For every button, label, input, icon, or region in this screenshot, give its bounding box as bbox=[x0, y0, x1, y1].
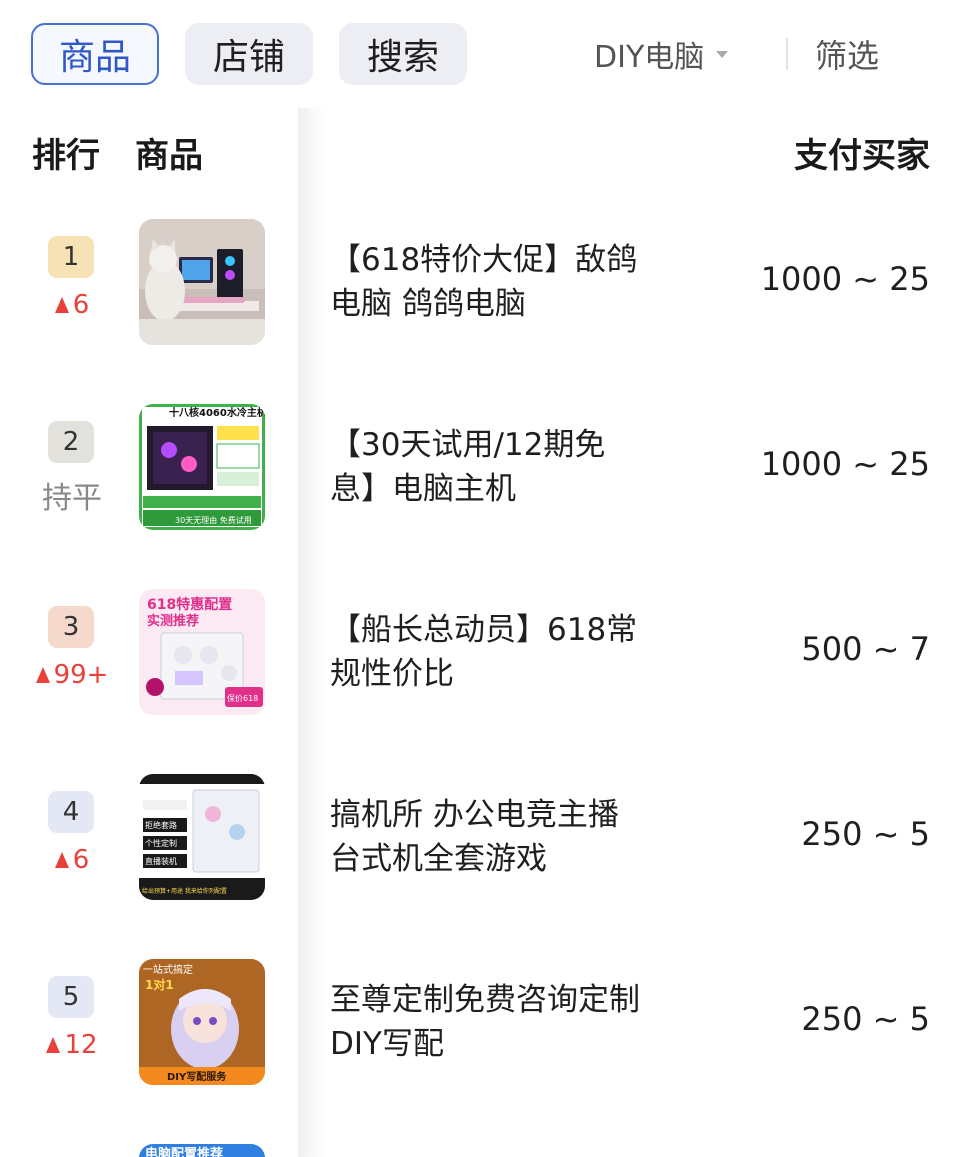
rank-change: 6 bbox=[30, 290, 114, 320]
divider bbox=[786, 38, 788, 70]
header-rank: 排行 bbox=[32, 136, 100, 176]
tab-products[interactable]: 商品 bbox=[31, 23, 159, 85]
caret-down-icon bbox=[716, 50, 729, 58]
table-row[interactable]: 3 99+ 618特惠配置 实测推荐 保价618 【船长总动员】618常规性价比… bbox=[0, 560, 954, 745]
rank-badge: 1 bbox=[48, 236, 94, 278]
thumb-tagline: DIY写配服务 bbox=[167, 1070, 227, 1083]
product-title[interactable]: 【船长总动员】618常规性价比 bbox=[330, 608, 640, 696]
product-thumbnail[interactable]: 拒绝套路 个性定制 直播装机 给出预算+用途 我来给你列配置 bbox=[139, 774, 265, 900]
buyers-range: 250 ~ 5 bbox=[801, 1000, 930, 1038]
thumb-tagline: 保价618 bbox=[227, 693, 258, 703]
filter-button[interactable]: 筛选 bbox=[815, 32, 879, 76]
rank-change-value: 12 bbox=[64, 1030, 98, 1060]
rank-badge: 2 bbox=[48, 421, 94, 463]
thumb-badge-1: 拒绝套路 bbox=[145, 820, 177, 830]
up-arrow-icon bbox=[54, 852, 69, 868]
product-thumbnail[interactable]: 618特惠配置 实测推荐 保价618 bbox=[139, 589, 265, 715]
product-title[interactable]: 至尊定制免费咨询定制DIY写配 bbox=[330, 978, 640, 1066]
rank-change-value: 99+ bbox=[53, 660, 109, 690]
product-thumbnail[interactable]: 一站式搞定 1对1 DIY写配服务 bbox=[139, 959, 265, 1085]
rank-change-value: 6 bbox=[72, 845, 90, 875]
table-row[interactable]: 1 6 【618特价大促】敌鸽电脑 鸽鸽电脑 1000 ~ 25 bbox=[0, 190, 954, 375]
thumb-badge-3: 直播装机 bbox=[145, 856, 177, 866]
buyers-range: 1000 ~ 25 bbox=[760, 445, 930, 483]
buyers-range: 250 ~ 5 bbox=[801, 815, 930, 853]
up-arrow-icon bbox=[35, 667, 50, 683]
rank-change-value: 6 bbox=[72, 290, 90, 320]
category-dropdown[interactable]: DIY电脑 bbox=[594, 32, 729, 76]
table-row[interactable]: 电脑配置推荐 bbox=[0, 1115, 954, 1157]
header-product: 商品 bbox=[135, 136, 203, 176]
thumb-tagline: 给出预算+用途 我来给你列配置 bbox=[142, 887, 227, 895]
rank-badge: 4 bbox=[48, 791, 94, 833]
rank-badge: 3 bbox=[48, 606, 94, 648]
thumb-headline: 电脑配置推荐 bbox=[145, 1146, 223, 1157]
product-thumbnail[interactable]: 十八核4060水冷主机 30天无理由 免费试用 bbox=[139, 404, 265, 530]
rank-change: 99+ bbox=[30, 660, 114, 690]
table-row[interactable]: 4 6 拒绝套路 个性定制 直播装机 给出预算+用途 我来给你列配置 搞机所 办… bbox=[0, 745, 954, 930]
product-title[interactable]: 【618特价大促】敌鸽电脑 鸽鸽电脑 bbox=[330, 238, 640, 326]
up-arrow-icon bbox=[46, 1037, 61, 1053]
rank-change: 持平 bbox=[42, 481, 102, 516]
product-title[interactable]: 【30天试用/12期免息】电脑主机 bbox=[330, 423, 640, 511]
thumb-headline: 一站式搞定 bbox=[143, 963, 193, 976]
thumb-headline: 618特惠配置 bbox=[147, 596, 232, 613]
thumb-badge-2: 个性定制 bbox=[145, 838, 177, 848]
rank-change: 12 bbox=[30, 1030, 114, 1060]
header-buyers: 支付买家 bbox=[794, 136, 930, 176]
up-arrow-icon bbox=[54, 297, 69, 313]
buyers-range: 500 ~ 7 bbox=[801, 630, 930, 668]
product-thumbnail[interactable]: 电脑配置推荐 bbox=[139, 1144, 265, 1157]
product-title[interactable]: 搞机所 办公电竞主播台式机全套游戏 bbox=[330, 793, 640, 881]
table-row[interactable]: 5 12 一站式搞定 1对1 DIY写配服务 至尊定制免费咨询定制DIY写配 2… bbox=[0, 930, 954, 1115]
product-thumbnail[interactable] bbox=[139, 219, 265, 345]
rank-change: 6 bbox=[30, 845, 114, 875]
rank-badge: 5 bbox=[48, 976, 94, 1018]
thumb-subhead: 1对1 bbox=[145, 977, 174, 992]
table-row[interactable]: 2 持平 十八核4060水冷主机 30天无理由 免费试用 【30天试用/12期免… bbox=[0, 375, 954, 560]
tab-shops[interactable]: 店铺 bbox=[185, 23, 313, 85]
thumb-headline: 十八核4060水冷主机 bbox=[169, 406, 265, 419]
thumb-tagline: 30天无理由 免费试用 bbox=[175, 515, 252, 525]
tab-search[interactable]: 搜索 bbox=[339, 23, 467, 85]
category-dropdown-label: DIY电脑 bbox=[594, 40, 705, 75]
buyers-range: 1000 ~ 25 bbox=[760, 260, 930, 298]
thumb-subhead: 实测推荐 bbox=[147, 613, 199, 629]
